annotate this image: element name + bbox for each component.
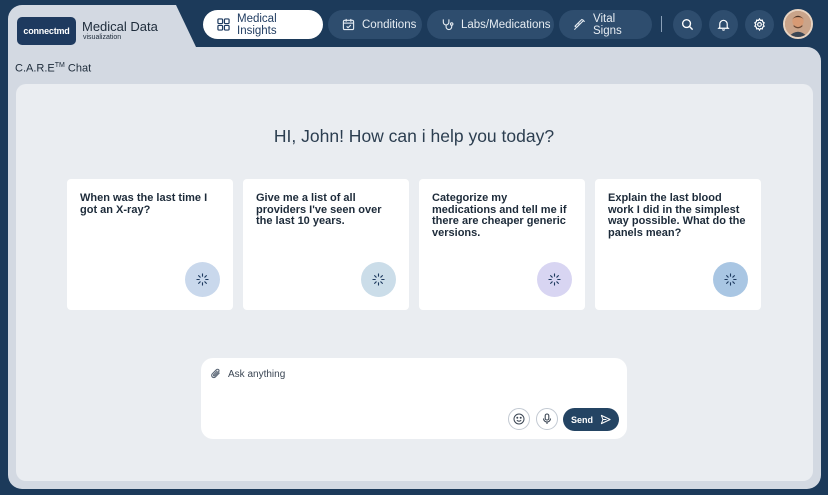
app-title: Medical Data <box>82 19 158 34</box>
smiley-icon <box>513 413 525 425</box>
search-icon <box>681 18 694 31</box>
suggestion-card-1[interactable]: When was the last time I got an X-ray? <box>67 179 233 310</box>
stethoscope-icon <box>442 19 454 31</box>
tab-labs-medications[interactable]: Labs/Medications <box>427 10 554 39</box>
calendar-icon <box>342 18 355 31</box>
tab-vital-signs[interactable]: Vital Signs <box>559 10 652 39</box>
loader-icon <box>548 273 561 286</box>
suggestion-text: When was the last time I got an X-ray? <box>80 192 208 216</box>
send-arrow-icon <box>600 414 611 425</box>
suggestion-card-3[interactable]: Categorize my medications and tell me if… <box>419 179 585 310</box>
search-button[interactable] <box>673 10 702 39</box>
syringe-icon <box>573 18 586 31</box>
chat-input[interactable] <box>228 366 598 382</box>
send-button[interactable]: Send <box>563 408 619 431</box>
tab-label: Conditions <box>362 18 417 31</box>
tab-medical-insights[interactable]: Medical Insights <box>203 10 323 39</box>
bell-icon <box>717 19 730 31</box>
emoji-button[interactable] <box>508 408 530 430</box>
app-logo[interactable]: connectmd <box>17 17 76 45</box>
suggestion-action-button[interactable] <box>361 262 396 297</box>
suggestion-action-button[interactable] <box>537 262 572 297</box>
tab-label: Labs/Medications <box>461 18 551 31</box>
voice-input-button[interactable] <box>536 408 558 430</box>
suggestion-card-2[interactable]: Give me a list of all providers I've see… <box>243 179 409 310</box>
gear-icon <box>754 18 765 31</box>
suggestion-action-button[interactable] <box>713 262 748 297</box>
send-label: Send <box>570 414 593 425</box>
suggestion-text: Categorize my medications and tell me if… <box>432 192 567 239</box>
user-photo-icon <box>785 11 811 37</box>
nav-divider <box>661 16 662 32</box>
settings-button[interactable] <box>745 10 774 39</box>
loader-icon <box>724 273 737 286</box>
page-title: C.A.R.ETM Chat <box>15 62 92 75</box>
loader-icon <box>196 273 209 286</box>
suggestion-text: Explain the last blood work I did in the… <box>608 192 746 239</box>
avatar[interactable] <box>783 9 813 39</box>
microphone-icon <box>542 413 552 424</box>
tab-label: Vital Signs <box>593 12 622 37</box>
suggestion-card-4[interactable]: Explain the last blood work I did in the… <box>595 179 761 310</box>
suggestion-action-button[interactable] <box>185 262 220 297</box>
tab-conditions[interactable]: Conditions <box>328 10 422 39</box>
notifications-button[interactable] <box>709 10 738 39</box>
loader-icon <box>372 273 385 286</box>
greeting-heading: HI, John! How can i help you today? <box>273 126 555 146</box>
app-subtitle: visualization <box>83 34 122 41</box>
grid-icon <box>217 18 230 31</box>
tab-label: Medical Insights <box>237 12 277 37</box>
suggestion-text: Give me a list of all providers I've see… <box>256 192 382 227</box>
paperclip-icon[interactable] <box>210 367 222 380</box>
